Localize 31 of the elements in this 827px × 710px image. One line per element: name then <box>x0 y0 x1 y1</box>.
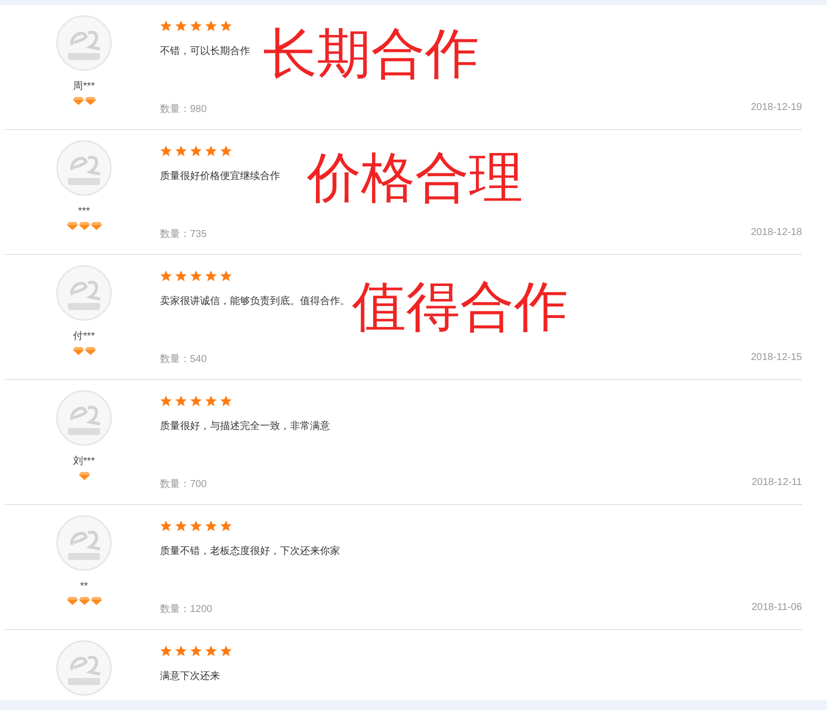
annotation-text: 长期合作 <box>263 27 479 81</box>
review-date: 2018-12-11 <box>752 477 802 488</box>
avatar-icon <box>56 515 112 571</box>
quantity-label: 数量：735 <box>160 228 208 241</box>
quantity-label: 数量：1200 <box>160 603 214 616</box>
review-text: 不错，可以长期合作 <box>160 44 251 58</box>
review-date: 2018-12-15 <box>750 352 802 363</box>
user-name: *** <box>78 206 90 218</box>
quantity-label: 数量：700 <box>160 478 208 491</box>
review-date: 2018-12-19 <box>750 102 802 113</box>
review-date: 2018-11-06 <box>752 602 802 613</box>
user-name: ** <box>80 581 88 593</box>
user-name: 付*** <box>73 331 95 343</box>
diamond-icon <box>78 472 90 480</box>
avatar-icon <box>56 15 112 71</box>
avatar-icon <box>56 140 112 196</box>
avatar-icon <box>56 390 112 446</box>
review-text: 满意下次还来 <box>160 670 221 683</box>
quantity-label: 数量：980 <box>160 103 208 116</box>
avatar-icon <box>56 265 112 321</box>
avatar-icon <box>56 640 112 696</box>
user-name: 周*** <box>73 81 95 93</box>
review-text: 质量很好，与描述完全一致，非常满意 <box>160 420 331 433</box>
review-text: 质量不错，老板态度很好，下次还来你家 <box>160 544 341 558</box>
review-text: 卖家很讲诚信，能够负责到底。值得合作。 <box>160 294 351 308</box>
annotation-text: 价格合理 <box>307 151 523 205</box>
annotation-text: 值得合作 <box>352 280 568 334</box>
quantity-label: 数量：540 <box>160 353 208 366</box>
review-text: 质量很好价格便宜继续合作 <box>160 170 281 183</box>
user-name: 刘*** <box>73 456 95 468</box>
review-date: 2018-12-18 <box>750 227 802 238</box>
